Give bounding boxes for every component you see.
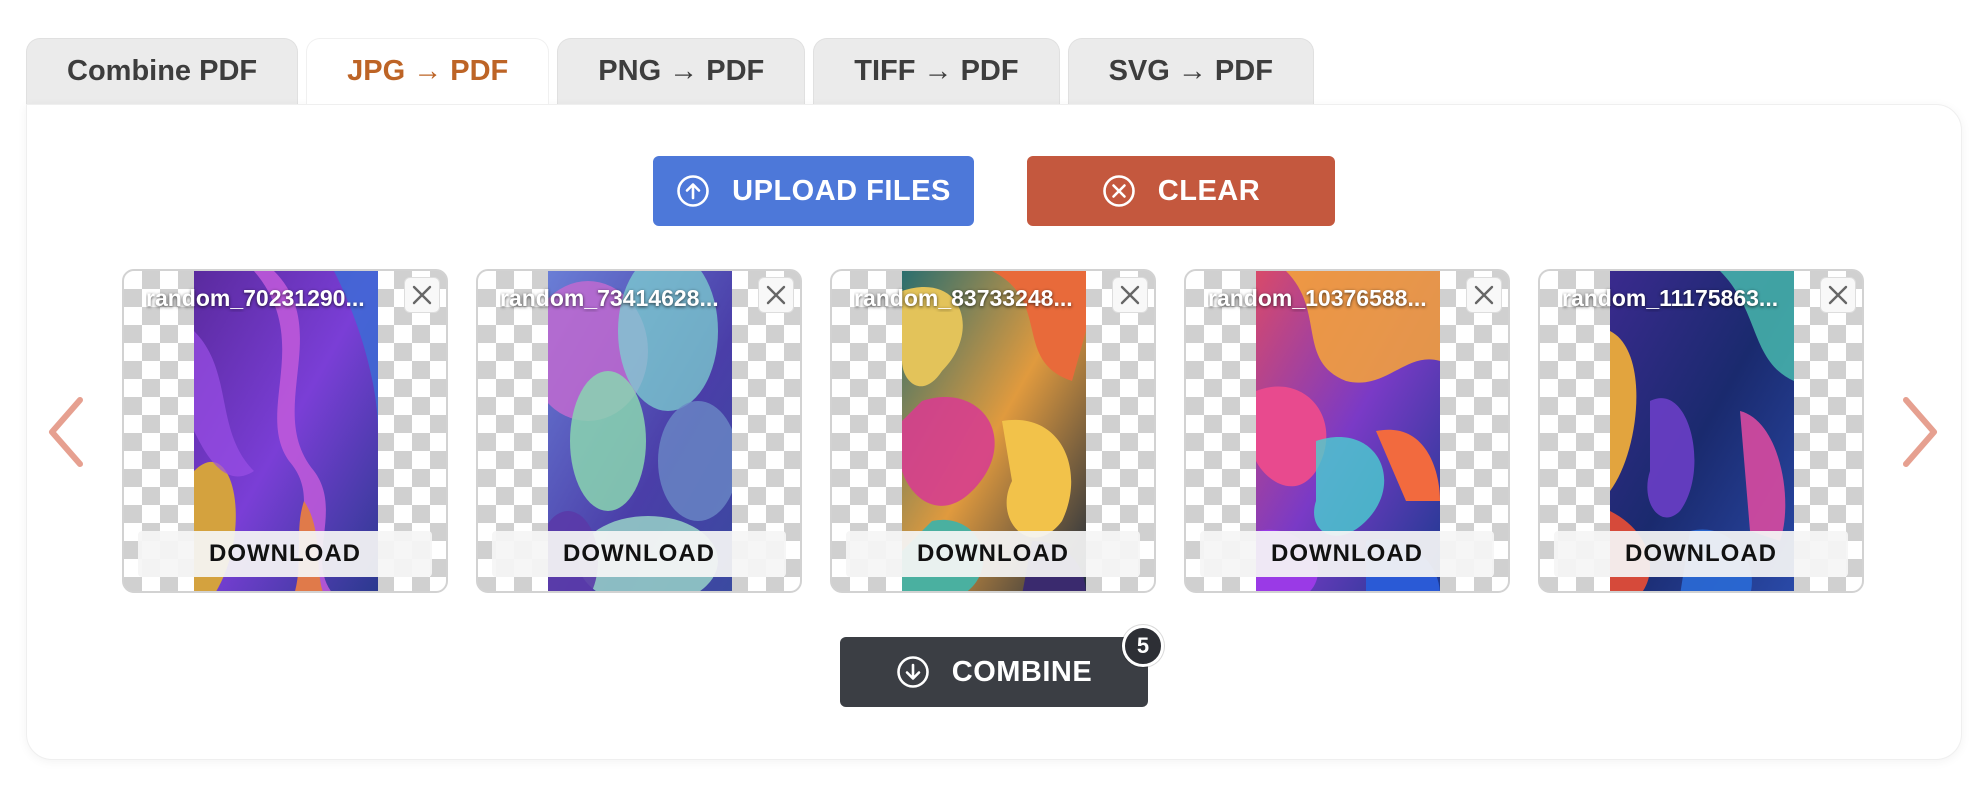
- clear-circle-icon: [1102, 175, 1135, 207]
- file-name: random_83733248...: [854, 285, 1073, 311]
- clear-button[interactable]: CLEAR: [1027, 156, 1335, 226]
- carousel-prev-arrow-icon[interactable]: [46, 396, 86, 468]
- remove-file-button[interactable]: [1112, 277, 1148, 313]
- close-icon: [766, 285, 786, 305]
- clear-label: CLEAR: [1157, 174, 1261, 207]
- download-button[interactable]: DOWNLOAD: [1554, 531, 1848, 577]
- remove-file-button[interactable]: [1820, 277, 1856, 313]
- download-button[interactable]: DOWNLOAD: [1200, 531, 1494, 577]
- file-name: random_11175863...: [1562, 285, 1779, 311]
- download-button[interactable]: DOWNLOAD: [138, 531, 432, 577]
- file-name: random_70231290...: [146, 285, 365, 311]
- carousel-next-arrow-icon[interactable]: [1900, 396, 1940, 468]
- file-name: random_73414628...: [500, 285, 719, 311]
- upload-files-label: UPLOAD FILES: [732, 174, 951, 207]
- file-card: random_83733248... DOWNLOAD: [830, 269, 1156, 593]
- file-card: random_10376588... DOWNLOAD: [1184, 269, 1510, 593]
- remove-file-button[interactable]: [758, 277, 794, 313]
- tab-svg-to-pdf[interactable]: SVG → PDF: [1067, 38, 1314, 104]
- file-card: random_73414628... DOWNLOAD: [476, 269, 802, 593]
- file-count-badge: 5: [1122, 625, 1164, 667]
- combine-label: COMBINE: [951, 655, 1093, 688]
- remove-file-button[interactable]: [404, 277, 440, 313]
- upload-files-button[interactable]: UPLOAD FILES: [653, 156, 974, 226]
- upload-circle-icon: [677, 175, 709, 207]
- close-icon: [412, 285, 432, 305]
- close-icon: [1120, 285, 1140, 305]
- close-icon: [1474, 285, 1494, 305]
- close-icon: [1828, 285, 1848, 305]
- file-card: random_11175863... DOWNLOAD: [1538, 269, 1864, 593]
- file-card: random_70231290... DOWNLOAD: [122, 269, 448, 593]
- download-button[interactable]: DOWNLOAD: [846, 531, 1140, 577]
- tab-tiff-to-pdf[interactable]: TIFF → PDF: [813, 38, 1060, 104]
- download-circle-icon: [896, 656, 929, 688]
- download-button[interactable]: DOWNLOAD: [492, 531, 786, 577]
- tab-bar: Combine PDF JPG → PDF PNG → PDF TIFF → P…: [26, 38, 1322, 104]
- tab-combine-pdf[interactable]: Combine PDF: [26, 38, 299, 104]
- tab-jpg-to-pdf[interactable]: JPG → PDF: [306, 38, 550, 104]
- combine-button[interactable]: COMBINE: [840, 637, 1148, 707]
- file-name: random_10376588...: [1208, 285, 1427, 311]
- remove-file-button[interactable]: [1466, 277, 1502, 313]
- tab-png-to-pdf[interactable]: PNG → PDF: [557, 38, 806, 104]
